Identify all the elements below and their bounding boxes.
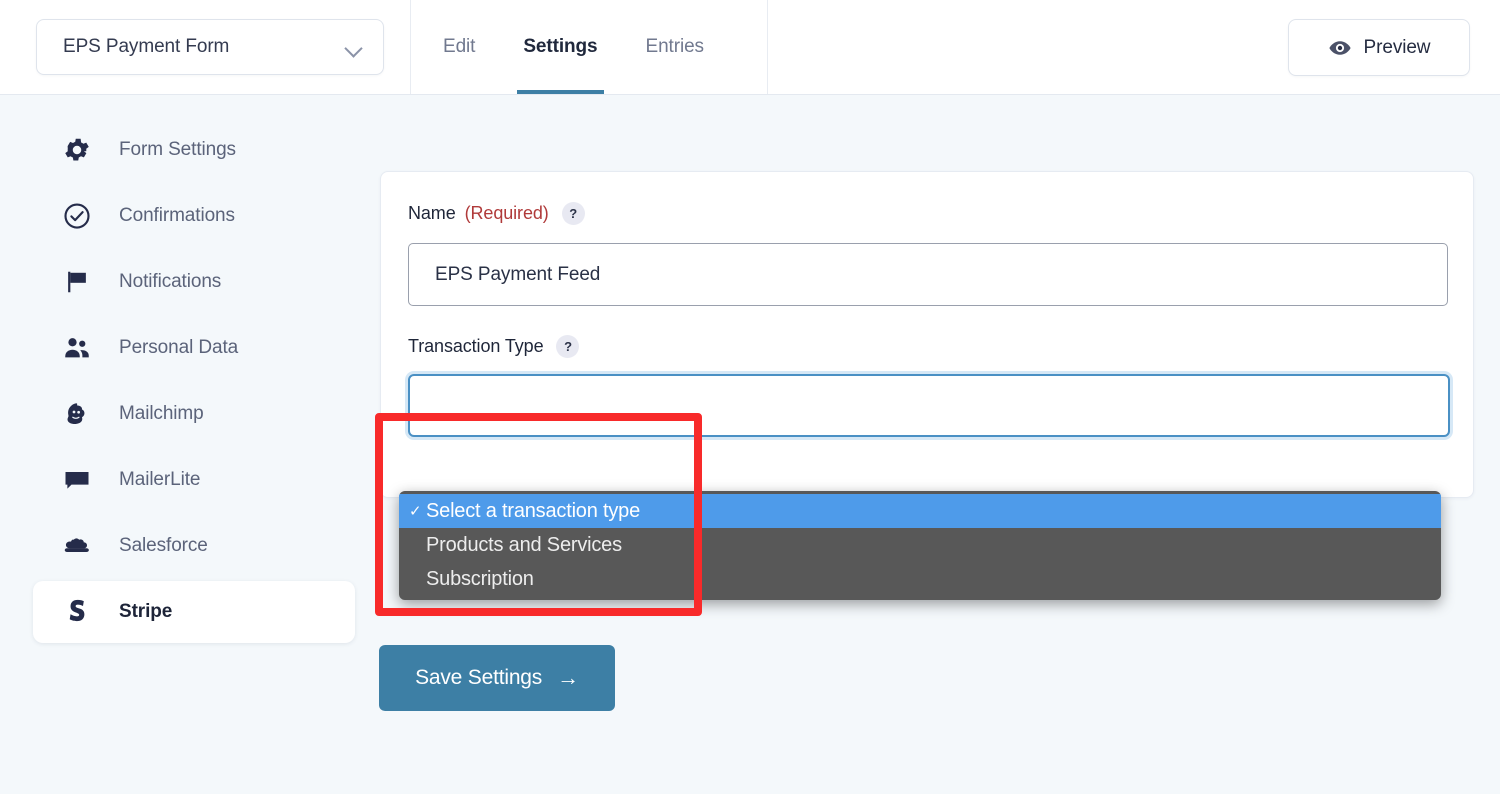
save-settings-button[interactable]: Save Settings →	[379, 645, 615, 711]
transaction-type-help-icon[interactable]: ?	[556, 335, 580, 358]
dropdown-option-subscription[interactable]: ✓ Subscription	[399, 562, 1441, 596]
save-settings-label: Save Settings	[415, 666, 543, 689]
cloud-icon	[56, 530, 98, 562]
dropdown-option-label: Products and Services	[426, 533, 622, 556]
check-icon: ✓	[409, 502, 422, 520]
sidebar-item-mailerlite[interactable]: MailerLite	[33, 449, 355, 511]
sidebar-item-label: Confirmations	[119, 205, 235, 226]
tab-bar: Edit Settings Entries	[410, 0, 728, 94]
transaction-type-dropdown-list[interactable]: ✓ Select a transaction type ✓ Products a…	[399, 491, 1441, 600]
check-circle-icon	[56, 201, 98, 231]
eye-icon	[1328, 40, 1351, 55]
check-icon-placeholder: ✓	[409, 572, 423, 587]
sidebar-item-personal-data[interactable]: Personal Data	[33, 317, 355, 379]
name-field-label: Name (Required) ?	[408, 202, 585, 225]
settings-sidebar: Form Settings Confirmations Notification…	[0, 95, 380, 647]
name-input[interactable]	[408, 243, 1448, 306]
speech-bubble-icon	[56, 465, 98, 495]
sidebar-item-confirmations[interactable]: Confirmations	[33, 185, 355, 247]
gear-icon	[56, 135, 98, 165]
sidebar-item-label: Personal Data	[119, 337, 239, 358]
tab-edit[interactable]: Edit	[410, 0, 499, 94]
transaction-type-label: Transaction Type ?	[408, 335, 580, 358]
form-selector[interactable]: EPS Payment Form	[36, 19, 384, 75]
tab-settings[interactable]: Settings	[499, 0, 621, 94]
transaction-type-label-text: Transaction Type	[408, 336, 544, 356]
preview-button[interactable]: Preview	[1288, 19, 1470, 76]
name-help-icon[interactable]: ?	[561, 202, 585, 225]
sidebar-item-label: Mailchimp	[119, 403, 204, 424]
sidebar-item-notifications[interactable]: Notifications	[33, 251, 355, 313]
body-area: Form Settings Confirmations Notification…	[0, 95, 1500, 794]
arrow-right-icon: →	[557, 665, 579, 690]
form-selector-label: EPS Payment Form	[63, 36, 230, 57]
sidebar-item-label: Notifications	[119, 271, 222, 292]
app-header: EPS Payment Form Edit Settings Entries P…	[0, 0, 1500, 95]
tab-entries[interactable]: Entries	[622, 0, 728, 94]
sidebar-item-label: Salesforce	[119, 535, 208, 556]
people-icon	[56, 333, 98, 363]
flag-icon	[56, 268, 98, 296]
sidebar-item-label: Form Settings	[119, 139, 236, 160]
chevron-down-icon	[345, 42, 363, 53]
mailchimp-icon	[56, 399, 98, 429]
name-required-text: (Required)	[464, 203, 549, 223]
preview-button-label: Preview	[1363, 36, 1431, 58]
sidebar-item-stripe[interactable]: Stripe	[33, 581, 355, 643]
dropdown-option-label: Select a transaction type	[426, 499, 641, 522]
stripe-s-icon	[56, 597, 98, 627]
check-icon-placeholder: ✓	[409, 538, 423, 553]
dropdown-option-select-a-transaction-type[interactable]: ✓ Select a transaction type	[399, 494, 1441, 528]
transaction-type-select[interactable]	[408, 374, 1450, 437]
name-label-text: Name	[408, 203, 456, 223]
sidebar-item-form-settings[interactable]: Form Settings	[33, 119, 355, 181]
sidebar-item-label: Stripe	[119, 601, 173, 622]
dropdown-option-products-and-services[interactable]: ✓ Products and Services	[399, 528, 1441, 562]
sidebar-item-label: MailerLite	[119, 469, 201, 490]
header-divider-right	[767, 0, 768, 94]
sidebar-item-mailchimp[interactable]: Mailchimp	[33, 383, 355, 445]
app-root: EPS Payment Form Edit Settings Entries P…	[0, 0, 1500, 794]
sidebar-item-salesforce[interactable]: Salesforce	[33, 515, 355, 577]
dropdown-option-label: Subscription	[426, 567, 534, 590]
feed-settings-card: Name (Required) ? Transaction Type ?	[380, 171, 1474, 498]
